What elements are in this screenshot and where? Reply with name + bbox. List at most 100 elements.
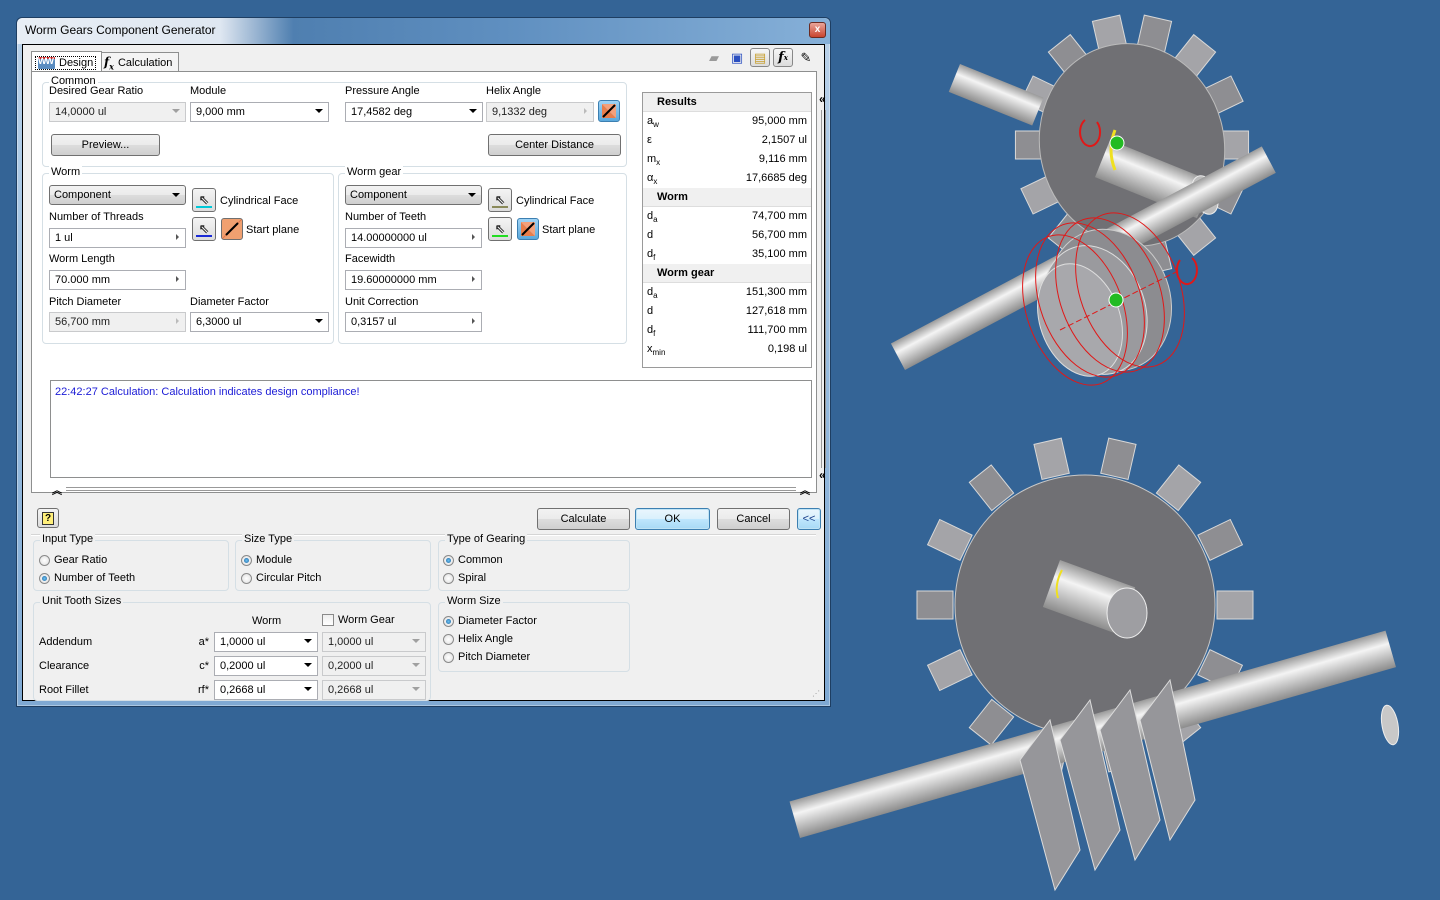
worm-type-select[interactable]: Component bbox=[49, 185, 186, 205]
desired-gear-ratio-select[interactable]: 14,0000 ul bbox=[49, 102, 186, 122]
worm-tooth-select[interactable]: 0,2668 ul bbox=[214, 680, 318, 700]
collapse-options-button[interactable]: << bbox=[797, 508, 821, 530]
radio-module[interactable]: Module bbox=[241, 554, 292, 566]
worm-gears-dialog: Worm Gears Component Generator x Design … bbox=[16, 17, 831, 707]
results-splitter[interactable]: « « bbox=[817, 92, 829, 482]
radio-diameter-factor[interactable]: Diameter Factor bbox=[443, 615, 537, 627]
splitter-grip bbox=[66, 487, 796, 491]
group-label: Size Type bbox=[242, 533, 295, 545]
radio-button[interactable] bbox=[443, 554, 454, 566]
diameter-factor-label: Diameter Factor bbox=[190, 296, 269, 308]
help-button[interactable]: ? bbox=[37, 508, 59, 528]
worm-length-field[interactable]: 70.000 mm bbox=[49, 270, 186, 290]
tab-design[interactable]: Design bbox=[31, 51, 103, 71]
radio-button[interactable] bbox=[39, 554, 50, 566]
chevron-down-icon bbox=[468, 193, 476, 197]
pressure-angle-select[interactable]: 17,4582 deg bbox=[345, 102, 483, 122]
facewidth-field[interactable]: 19.60000000 mm bbox=[345, 270, 482, 290]
radio-number-of-teeth[interactable]: Number of Teeth bbox=[39, 572, 135, 584]
teeth-field[interactable]: 14.00000000 ul bbox=[345, 228, 482, 248]
helix-angle-field[interactable]: 9,1332 deg bbox=[486, 102, 594, 122]
results-panel-icon[interactable]: ▤ bbox=[750, 48, 770, 67]
result-symbol: αx bbox=[647, 172, 658, 187]
save-icon[interactable]: ▣ bbox=[727, 48, 747, 67]
chevron-down-icon bbox=[412, 639, 420, 643]
gear-tooth bbox=[1100, 437, 1137, 481]
gear-tooth-select[interactable]: 1,0000 ul bbox=[322, 632, 426, 652]
radio-label: Gear Ratio bbox=[54, 554, 108, 566]
message-splitter[interactable]: ︽ ︽ bbox=[50, 482, 812, 497]
expand-up-icon[interactable]: ︽ bbox=[52, 482, 62, 497]
result-symbol: ε bbox=[647, 134, 652, 146]
gear-tooth-select[interactable]: 0,2668 ul bbox=[322, 680, 426, 700]
result-row: da 74,700 mm bbox=[643, 207, 811, 226]
worm-cylindrical-face-label: Cylindrical Face bbox=[220, 195, 299, 207]
radio-gear-ratio[interactable]: Gear Ratio bbox=[39, 554, 107, 566]
unit-correction-field[interactable]: 0,3157 ul bbox=[345, 312, 482, 332]
gear-cylindrical-face-label: Cylindrical Face bbox=[516, 195, 595, 207]
radio-button[interactable] bbox=[443, 615, 454, 627]
calculate-button[interactable]: Calculate bbox=[537, 508, 630, 530]
gear-start-plane-pick-button[interactable]: ⇖ bbox=[488, 217, 512, 241]
radio-common[interactable]: Common bbox=[443, 554, 503, 566]
tab-calculation[interactable]: fx Calculation bbox=[99, 52, 180, 72]
title-bar[interactable]: Worm Gears Component Generator x bbox=[17, 18, 830, 44]
module-select[interactable]: 9,000 mm bbox=[190, 102, 329, 122]
dialog-client: Design fxCalculation ▰ ▣ ▤ fx ✎ Common D… bbox=[22, 44, 826, 701]
calculation-fx-icon[interactable]: fx bbox=[773, 48, 793, 67]
checkbox[interactable] bbox=[322, 614, 334, 626]
tab-label: Calculation bbox=[117, 57, 173, 69]
flip-direction-button[interactable] bbox=[598, 100, 620, 122]
tooth-row-symbol: rf* bbox=[198, 684, 209, 696]
cancel-button[interactable]: Cancel bbox=[717, 508, 790, 530]
radio-pitch-diameter[interactable]: Pitch Diameter bbox=[443, 651, 530, 663]
worm-tooth-select[interactable]: 0,2000 ul bbox=[214, 656, 318, 676]
color-indicator bbox=[492, 206, 508, 208]
radio-button[interactable] bbox=[443, 651, 454, 663]
worm-gear-checkbox[interactable]: Worm Gear bbox=[322, 614, 395, 626]
radio-helix-angle[interactable]: Helix Angle bbox=[443, 633, 513, 645]
worm-start-plane-pick-button[interactable]: ⇖ bbox=[192, 217, 216, 241]
radio-button[interactable] bbox=[443, 572, 454, 584]
result-value: 111,700 mm bbox=[747, 324, 807, 336]
expand-up-icon[interactable]: ︽ bbox=[800, 482, 810, 497]
notes-icon[interactable]: ✎ bbox=[796, 48, 816, 67]
gear-tooth bbox=[1216, 590, 1254, 620]
radio-spiral[interactable]: Spiral bbox=[443, 572, 486, 584]
threads-field[interactable]: 1 ul bbox=[49, 228, 186, 248]
resize-grip[interactable]: ⋰ bbox=[812, 689, 820, 698]
result-symbol: df bbox=[647, 248, 656, 263]
worm-tooth-select[interactable]: 1,0000 ul bbox=[214, 632, 318, 652]
preview-button[interactable]: Preview... bbox=[51, 134, 160, 156]
radio-button[interactable] bbox=[241, 554, 252, 566]
pitch-diameter-field[interactable]: 56,700 mm bbox=[49, 312, 186, 332]
radio-button[interactable] bbox=[241, 572, 252, 584]
collapse-results-icon[interactable]: « bbox=[819, 92, 826, 106]
radio-button[interactable] bbox=[443, 633, 454, 645]
spin-arrow-icon bbox=[176, 276, 179, 282]
center-distance-button[interactable]: Center Distance bbox=[488, 134, 621, 156]
radio-button[interactable] bbox=[39, 572, 50, 584]
ok-button[interactable]: OK bbox=[635, 508, 710, 530]
open-folder-icon[interactable]: ▰ bbox=[704, 48, 724, 67]
result-value: 17,6685 deg bbox=[745, 172, 807, 184]
worm-gear-type-select[interactable]: Component bbox=[345, 185, 482, 205]
collapse-results-icon[interactable]: « bbox=[819, 468, 826, 482]
gear-tooth-select[interactable]: 0,2000 ul bbox=[322, 656, 426, 676]
toolbar: ▰ ▣ ▤ fx ✎ bbox=[704, 48, 816, 67]
flip-direction-icon bbox=[225, 222, 239, 236]
gear-start-plane-flip-button[interactable] bbox=[517, 218, 539, 240]
result-value: 56,700 mm bbox=[751, 229, 807, 241]
chevron-down-icon bbox=[315, 109, 323, 113]
fx-icon: fx bbox=[104, 54, 114, 72]
diameter-factor-select[interactable]: 6,3000 ul bbox=[190, 312, 329, 332]
message-log[interactable]: 22:42:27 Calculation: Calculation indica… bbox=[50, 380, 812, 478]
worm-start-plane-flip-button[interactable] bbox=[221, 218, 243, 240]
worm-cylindrical-face-button[interactable]: ⇖ bbox=[192, 188, 216, 212]
radio-label: Number of Teeth bbox=[54, 572, 136, 584]
radio-circular-pitch[interactable]: Circular Pitch bbox=[241, 572, 321, 584]
result-row: df 111,700 mm bbox=[643, 321, 811, 340]
close-button[interactable]: x bbox=[809, 22, 826, 38]
result-symbol: mx bbox=[647, 153, 661, 168]
gear-cylindrical-face-button[interactable]: ⇖ bbox=[488, 188, 512, 212]
